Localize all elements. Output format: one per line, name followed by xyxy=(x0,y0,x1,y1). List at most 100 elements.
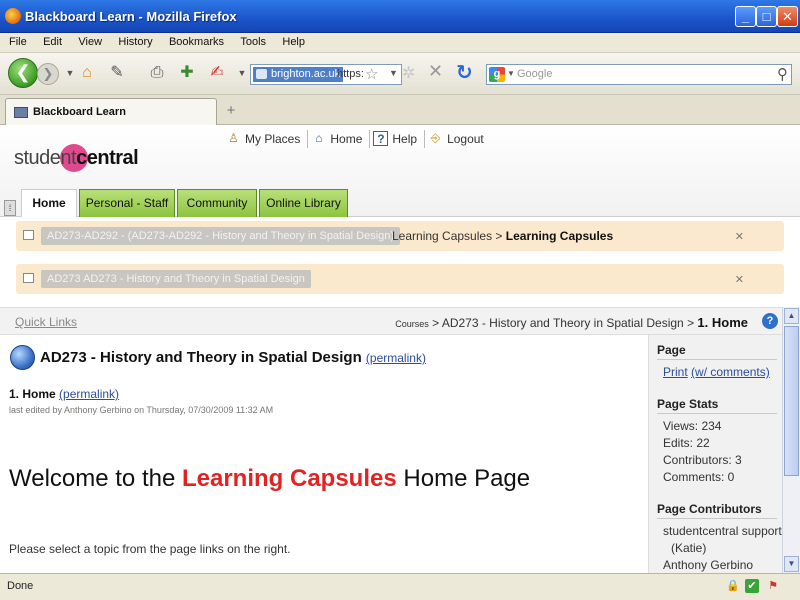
menu-view[interactable]: View xyxy=(78,33,102,48)
back-button[interactable]: ❮ xyxy=(8,58,38,88)
page-title-text: AD273 - History and Theory in Spatial De… xyxy=(40,349,362,366)
print-comments-link[interactable]: (w/ comments) xyxy=(691,365,770,379)
tab-community[interactable]: Community xyxy=(177,189,257,217)
menu-tools[interactable]: Tools xyxy=(240,33,266,48)
maximize-button[interactable]: □ xyxy=(756,6,777,27)
page-scrollbar[interactable]: ▲ ▼ xyxy=(782,307,800,573)
web-page: ♙ My Places ⌂ Home? Help ⎆ Logout studentcentr… xyxy=(0,125,800,573)
menu-help[interactable]: Help xyxy=(282,33,305,48)
tab-personal-staff[interactable]: Personal - Staff xyxy=(79,189,175,217)
window-title: Blackboard Learn - Mozilla Firefox xyxy=(25,9,237,24)
favicon-icon xyxy=(14,107,28,118)
breadcrumb-courses[interactable]: Courses xyxy=(395,319,429,329)
welcome-highlight: Learning Capsules xyxy=(181,465,397,492)
notice-crumb-1[interactable]: Learning Capsules xyxy=(392,229,492,243)
status-bar: Done 🔒 ✔ ⚑ xyxy=(0,573,800,600)
browser-tab-label: Blackboard Learn xyxy=(33,106,126,118)
contributor-1: studentcentral support xyxy=(663,524,782,538)
menu-history[interactable]: History xyxy=(118,33,152,48)
site-header: ♙ My Places ⌂ Home? Help ⎆ Logout studentcentr… xyxy=(0,125,800,217)
url-dropdown-icon[interactable]: ▼ xyxy=(389,68,398,78)
breadcrumb-sep: > xyxy=(432,316,440,330)
addon-icon[interactable]: ✔ xyxy=(745,579,759,593)
compass-icon[interactable]: ✲ xyxy=(402,63,415,83)
flag-icon[interactable]: ⚑ xyxy=(766,579,780,593)
top-links: ♙ My Places ⌂ Home? Help ⎆ Logout xyxy=(223,130,491,150)
browser-tab[interactable]: Blackboard Learn xyxy=(5,98,217,125)
my-places-link[interactable]: ♙ My Places xyxy=(223,130,309,148)
close-button[interactable]: ✕ xyxy=(777,6,798,27)
breadcrumb-course[interactable]: AD273 - History and Theory in Spatial De… xyxy=(442,316,684,330)
notice-icon xyxy=(23,230,34,240)
wiki-permalink-link[interactable]: (permalink) xyxy=(59,387,119,401)
close-icon[interactable]: ✕ xyxy=(735,273,744,286)
close-icon[interactable]: ✕ xyxy=(735,230,744,243)
print-link[interactable]: Print xyxy=(663,365,688,379)
scroll-up-icon[interactable]: ▲ xyxy=(784,308,799,324)
studentcentral-logo[interactable]: studentcentral xyxy=(14,144,139,172)
menu-toggle-icon[interactable]: ⁞ xyxy=(4,200,16,216)
notes-icon[interactable]: ✍ xyxy=(207,63,227,83)
wiki-content: AD273 - History and Theory in Spatial De… xyxy=(0,335,648,573)
sidebar-stats-heading: Page Stats xyxy=(657,397,777,414)
logout-link[interactable]: ⎆ Logout xyxy=(425,130,491,148)
breadcrumb-current: 1. Home xyxy=(697,315,748,330)
tab-online-library[interactable]: Online Library xyxy=(259,189,348,217)
address-bar[interactable]: brighton.ac.uk https: ☆ ▼ xyxy=(250,64,402,85)
instruction-text: Please select a topic from the page link… xyxy=(9,542,291,556)
status-text: Done xyxy=(7,580,34,592)
notice-course-pill[interactable]: AD273 AD273 - History and Theory in Spat… xyxy=(41,270,311,288)
stop-icon[interactable]: ✕ xyxy=(428,61,443,82)
url-text: https: xyxy=(337,68,364,80)
lock-icon[interactable]: 🔒 xyxy=(726,579,740,593)
scroll-down-icon[interactable]: ▼ xyxy=(784,556,799,572)
firefox-icon xyxy=(5,8,21,24)
bookmark-star-icon[interactable]: ☆ xyxy=(365,65,378,83)
help-icon[interactable]: ? xyxy=(762,313,778,329)
stat-contributors: Contributors: 3 xyxy=(663,453,742,467)
quick-links-link[interactable]: Quick Links xyxy=(15,315,77,329)
search-input[interactable]: Google xyxy=(517,68,552,80)
search-bar[interactable]: g ▼ Google ⚲ xyxy=(486,64,792,85)
last-edited-text: last edited by Anthony Gerbino on Thursd… xyxy=(9,405,274,415)
contributor-2: Anthony Gerbino xyxy=(663,558,754,572)
sidebar-contributors-heading: Page Contributors xyxy=(657,502,777,519)
add-bookmark-icon[interactable]: ✚ xyxy=(177,63,197,83)
tab-home[interactable]: Home xyxy=(21,189,77,217)
new-tab-button[interactable]: + xyxy=(222,102,240,120)
search-icon[interactable]: ⚲ xyxy=(777,65,788,83)
tab-strip: Blackboard Learn + xyxy=(0,95,800,125)
forward-button[interactable]: ❯ xyxy=(37,63,59,85)
menu-bookmarks[interactable]: Bookmarks xyxy=(169,33,224,48)
notice-course-pill[interactable]: AD273-AD292 - (AD273-AD292 - History and… xyxy=(41,227,401,245)
reload-icon[interactable]: ↻ xyxy=(456,60,473,85)
home-link[interactable]: ⌂ Home xyxy=(308,130,371,148)
course-notice-1: AD273-AD292 - (AD273-AD292 - History and… xyxy=(16,221,784,251)
sidebar-page-heading: Page xyxy=(657,343,777,360)
scroll-thumb[interactable] xyxy=(784,326,799,476)
notice-icon xyxy=(23,273,34,283)
minimize-button[interactable]: _ xyxy=(735,6,756,27)
page-sidebar: Page Print (w/ comments) Page Stats View… xyxy=(648,335,782,573)
door-icon: ⎆ xyxy=(430,131,441,145)
stat-edits: Edits: 22 xyxy=(663,436,710,450)
my-places-label: My Places xyxy=(245,132,301,146)
person-icon: ♙ xyxy=(228,131,239,145)
title-permalink-link[interactable]: (permalink) xyxy=(366,351,426,365)
engine-dropdown-icon[interactable]: ▼ xyxy=(507,69,515,78)
google-engine-icon[interactable]: g xyxy=(489,67,505,82)
menu-file[interactable]: File xyxy=(9,33,27,48)
help-label: Help xyxy=(392,132,418,146)
welcome-pre: Welcome to the xyxy=(9,465,176,492)
bookmark-tool-icon[interactable]: ✎ xyxy=(107,63,127,83)
tools-dropdown-icon[interactable]: ▼ xyxy=(232,63,252,83)
logo-bold-text: central xyxy=(76,147,139,169)
site-identity-button[interactable]: brighton.ac.uk xyxy=(253,67,344,82)
print-icon[interactable]: ⎙ xyxy=(147,63,167,83)
window-title-bar: Blackboard Learn - Mozilla Firefox _ □ ✕ xyxy=(0,0,800,33)
help-link[interactable]: ? Help xyxy=(370,130,426,148)
notice-breadcrumb: Learning Capsules > Learning Capsules xyxy=(392,227,613,245)
menu-edit[interactable]: Edit xyxy=(43,33,62,48)
home-icon[interactable]: ⌂ xyxy=(77,63,97,83)
question-icon: ? xyxy=(373,131,389,146)
